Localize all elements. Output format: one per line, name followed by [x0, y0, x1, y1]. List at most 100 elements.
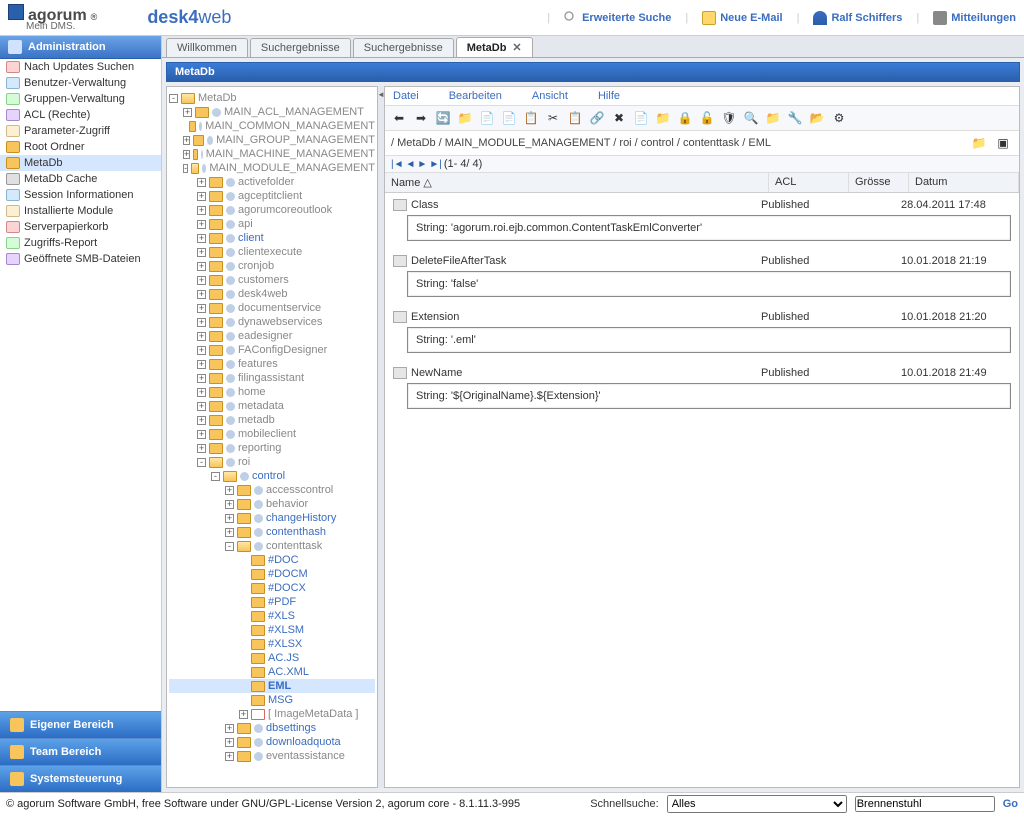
tree-node[interactable]: #DOC: [169, 553, 375, 567]
sidebar-item[interactable]: Benutzer-Verwaltung: [0, 75, 161, 91]
tab[interactable]: Suchergebnisse: [250, 38, 351, 57]
expand-icon[interactable]: +: [197, 304, 206, 313]
tree-node[interactable]: +api: [169, 217, 375, 231]
breadcrumb-action-button[interactable]: ▣: [993, 133, 1013, 153]
toolbar-button[interactable]: 📂: [807, 108, 827, 128]
advanced-search-link[interactable]: Erweiterte Suche: [564, 11, 671, 25]
tree-node[interactable]: +eadesigner: [169, 329, 375, 343]
expand-icon[interactable]: +: [225, 500, 234, 509]
expand-icon[interactable]: +: [197, 332, 206, 341]
tree-node[interactable]: +MAIN_GROUP_MANAGEMENT: [169, 133, 375, 147]
sidebar-item[interactable]: Nach Updates Suchen: [0, 59, 161, 75]
expand-icon[interactable]: +: [197, 206, 206, 215]
tree-node[interactable]: +MAIN_ACL_MANAGEMENT: [169, 105, 375, 119]
sidebar-item[interactable]: Session Informationen: [0, 187, 161, 203]
tree-node[interactable]: +client: [169, 231, 375, 245]
tab[interactable]: Suchergebnisse: [353, 38, 454, 57]
expand-icon[interactable]: -: [169, 94, 178, 103]
toolbar-button[interactable]: 🔍: [741, 108, 761, 128]
tree-node[interactable]: +customers: [169, 273, 375, 287]
tree-node[interactable]: +metadata: [169, 399, 375, 413]
quicksearch-input[interactable]: [855, 796, 995, 812]
toolbar-button[interactable]: 📁: [455, 108, 475, 128]
tree-node[interactable]: +dynawebservices: [169, 315, 375, 329]
splitter[interactable]: [378, 86, 384, 788]
page-prev-button[interactable]: ◄: [406, 159, 416, 170]
menu-item[interactable]: Ansicht: [532, 90, 568, 102]
toolbar-button[interactable]: 📄: [477, 108, 497, 128]
close-icon[interactable]: ✕: [512, 42, 521, 54]
toolbar-button[interactable]: 📁: [763, 108, 783, 128]
tree-node[interactable]: +features: [169, 357, 375, 371]
toolbar-button[interactable]: 📄: [499, 108, 519, 128]
tree-node[interactable]: EML: [169, 679, 375, 693]
user-link[interactable]: Ralf Schiffers: [813, 11, 902, 25]
sidebar-section-button[interactable]: Team Bereich: [0, 738, 161, 765]
tree-node[interactable]: +mobileclient: [169, 427, 375, 441]
tree-node[interactable]: -contenttask: [169, 539, 375, 553]
expand-icon[interactable]: -: [211, 472, 220, 481]
tab[interactable]: Willkommen: [166, 38, 248, 57]
expand-icon[interactable]: +: [197, 220, 206, 229]
expand-icon[interactable]: +: [225, 724, 234, 733]
page-next-button[interactable]: ►: [417, 159, 427, 170]
expand-icon[interactable]: +: [183, 108, 192, 117]
tree-node[interactable]: +FAConfigDesigner: [169, 343, 375, 357]
col-name[interactable]: Name △: [385, 173, 769, 192]
toolbar-button[interactable]: 🛡: [719, 108, 739, 128]
sidebar-item[interactable]: Serverpapierkorb: [0, 219, 161, 235]
new-mail-link[interactable]: Neue E-Mail: [702, 11, 782, 25]
tree-node[interactable]: +contenthash: [169, 525, 375, 539]
sidebar-item[interactable]: Gruppen-Verwaltung: [0, 91, 161, 107]
table-row[interactable]: NewName Published 10.01.2018 21:49 Strin…: [393, 367, 1011, 409]
tree-node[interactable]: +metadb: [169, 413, 375, 427]
expand-icon[interactable]: +: [197, 192, 206, 201]
col-size[interactable]: Grösse: [849, 173, 909, 192]
toolbar-button[interactable]: ✂: [543, 108, 563, 128]
tree-node[interactable]: AC.JS: [169, 651, 375, 665]
tree-node[interactable]: +behavior: [169, 497, 375, 511]
expand-icon[interactable]: +: [225, 738, 234, 747]
sidebar-item[interactable]: Root Ordner: [0, 139, 161, 155]
tree-node[interactable]: #DOCX: [169, 581, 375, 595]
expand-icon[interactable]: +: [183, 136, 190, 145]
toolbar-button[interactable]: 📄: [631, 108, 651, 128]
expand-icon[interactable]: +: [197, 178, 206, 187]
menu-item[interactable]: Bearbeiten: [449, 90, 502, 102]
quicksearch-select[interactable]: Alles: [667, 795, 847, 813]
expand-icon[interactable]: +: [197, 430, 206, 439]
tree-node[interactable]: #PDF: [169, 595, 375, 609]
tree-node[interactable]: -roi: [169, 455, 375, 469]
toolbar-button[interactable]: ⚙: [829, 108, 849, 128]
expand-icon[interactable]: -: [183, 164, 188, 173]
tree-node[interactable]: +accesscontrol: [169, 483, 375, 497]
tree-node[interactable]: AC.XML: [169, 665, 375, 679]
table-row[interactable]: Class Published 28.04.2011 17:48 String:…: [393, 199, 1011, 241]
toolbar-button[interactable]: 🔒: [675, 108, 695, 128]
toolbar-button[interactable]: 🔧: [785, 108, 805, 128]
toolbar-button[interactable]: 📋: [521, 108, 541, 128]
table-row[interactable]: DeleteFileAfterTask Published 10.01.2018…: [393, 255, 1011, 297]
toolbar-button[interactable]: ➡: [411, 108, 431, 128]
breadcrumb-up-button[interactable]: 📁: [969, 133, 989, 153]
tree-node[interactable]: +agorumcoreoutlook: [169, 203, 375, 217]
page-last-button[interactable]: ►|: [429, 159, 442, 170]
tree-node[interactable]: +cronjob: [169, 259, 375, 273]
toolbar-button[interactable]: ⬅: [389, 108, 409, 128]
sidebar-item[interactable]: Parameter-Zugriff: [0, 123, 161, 139]
tree-node[interactable]: -MAIN_MODULE_MANAGEMENT: [169, 161, 375, 175]
tree-node[interactable]: +MAIN_MACHINE_MANAGEMENT: [169, 147, 375, 161]
tree-node[interactable]: MSG: [169, 693, 375, 707]
expand-icon[interactable]: -: [225, 542, 234, 551]
expand-icon[interactable]: +: [197, 444, 206, 453]
notifications-link[interactable]: Mitteilungen: [933, 11, 1016, 25]
tree-node[interactable]: +clientexecute: [169, 245, 375, 259]
tree-node[interactable]: +reporting: [169, 441, 375, 455]
sidebar-item[interactable]: Geöffnete SMB-Dateien: [0, 251, 161, 267]
col-date[interactable]: Datum: [909, 173, 1019, 192]
tree-node[interactable]: +eventassistance: [169, 749, 375, 763]
expand-icon[interactable]: +: [225, 752, 234, 761]
sidebar-section-button[interactable]: Eigener Bereich: [0, 711, 161, 738]
tree-node[interactable]: -control: [169, 469, 375, 483]
tree-node[interactable]: +home: [169, 385, 375, 399]
